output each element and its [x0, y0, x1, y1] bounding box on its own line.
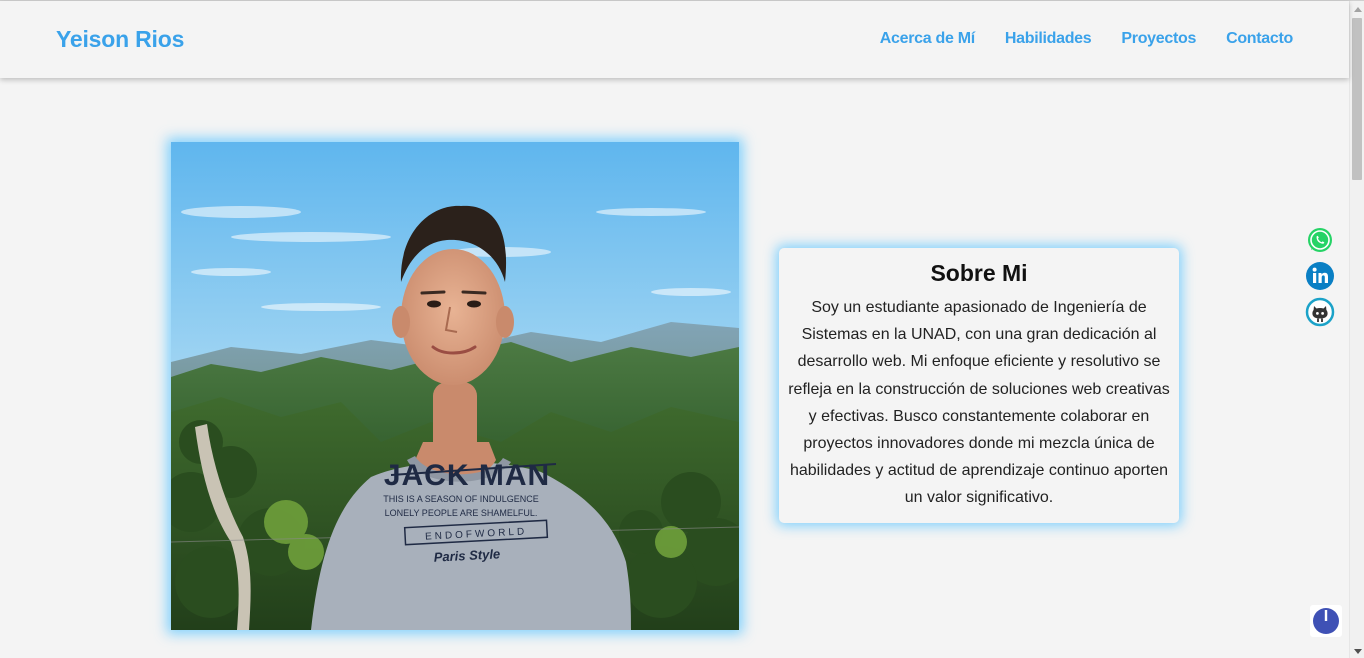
- scroll-down-arrow-icon[interactable]: [1350, 644, 1364, 658]
- about-title: Sobre Mi: [930, 260, 1028, 286]
- linkedin-link[interactable]: [1305, 261, 1335, 291]
- nav-link-contact[interactable]: Contacto: [1226, 30, 1293, 48]
- power-icon: [1313, 608, 1339, 634]
- github-icon: [1305, 297, 1335, 327]
- site-header: Yeison Rios Acerca de Mí Habilidades Pro…: [0, 1, 1349, 78]
- brand-logo[interactable]: Yeison Rios: [56, 26, 184, 53]
- shirt-line2-text: LONELY PEOPLE ARE SHAMELFUL.: [385, 508, 538, 518]
- linkedin-icon: [1306, 262, 1334, 290]
- about-card: Sobre Mi Soy un estudiante apasionado de…: [779, 248, 1179, 523]
- nav-link-about[interactable]: Acerca de Mí: [880, 30, 975, 48]
- about-text: Soy un estudiante apasionado de Ingenier…: [788, 299, 1170, 507]
- nav-link-projects[interactable]: Proyectos: [1121, 30, 1196, 48]
- shirt-line1-text: THIS IS A SEASON OF INDULGENCE: [383, 494, 539, 504]
- scrollbar-thumb[interactable]: [1352, 18, 1362, 180]
- vertical-scrollbar[interactable]: [1349, 1, 1364, 658]
- github-link[interactable]: [1305, 297, 1335, 327]
- nav-link-skills[interactable]: Habilidades: [1005, 30, 1092, 48]
- whatsapp-icon: [1308, 228, 1332, 252]
- scroll-up-arrow-icon[interactable]: [1350, 2, 1364, 16]
- power-button[interactable]: [1310, 605, 1342, 637]
- whatsapp-link[interactable]: [1305, 225, 1335, 255]
- shirt-title-text: JACK MAN: [384, 459, 550, 492]
- main-nav: Acerca de Mí Habilidades Proyectos Conta…: [880, 30, 1294, 48]
- profile-photo: JACK MAN THIS IS A SEASON OF INDULGENCE …: [171, 142, 739, 630]
